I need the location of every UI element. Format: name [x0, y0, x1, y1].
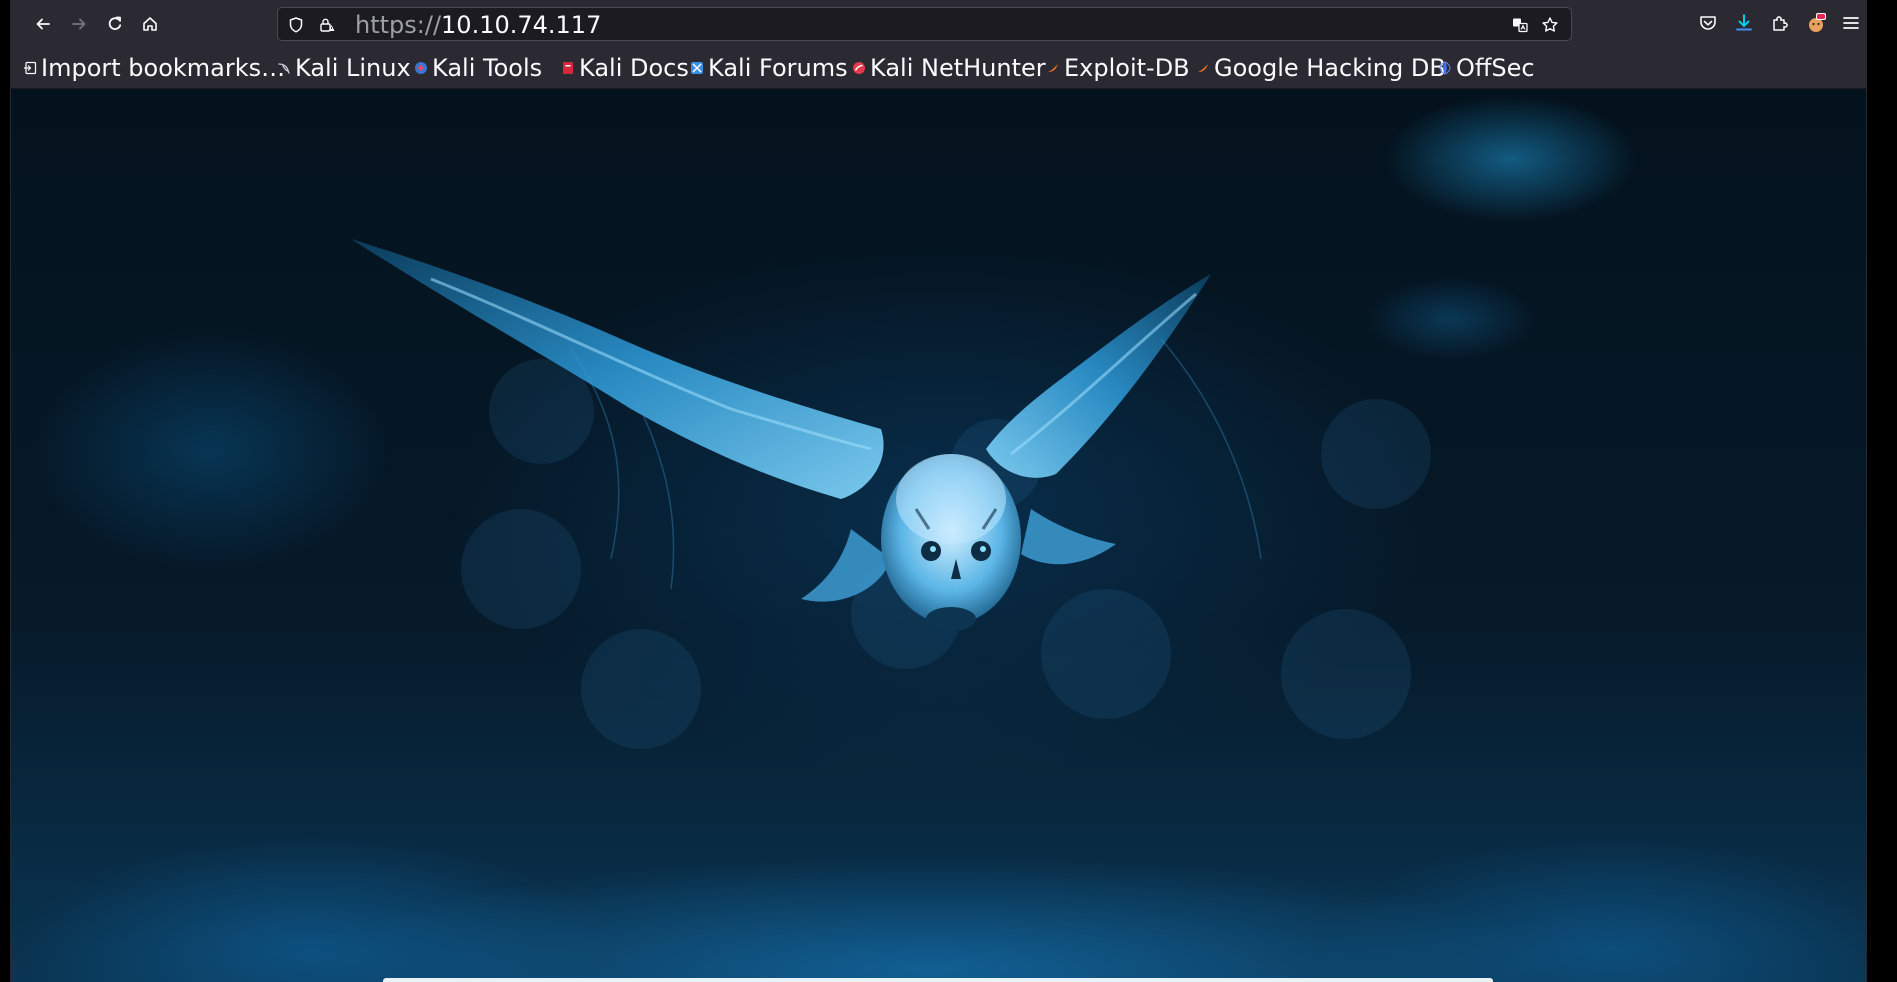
url-host: 10.10.74.117 [441, 11, 602, 39]
download-icon [1736, 14, 1752, 31]
bookmark-exploit-db[interactable]: Exploit-DB [1046, 52, 1190, 84]
bookmark-label: Exploit-DB [1064, 54, 1190, 82]
bookmark-kali-nethunter[interactable]: Kali NetHunter [852, 52, 1046, 84]
app-menu-button[interactable] [1840, 12, 1862, 34]
forward-button[interactable] [64, 9, 94, 39]
bookmark-label: OffSec [1456, 54, 1535, 82]
bookmark-import[interactable]: Import bookmarks… [23, 52, 285, 84]
ghdb-icon [1198, 64, 1208, 72]
arrow-right-icon [72, 18, 86, 30]
arrow-left-icon [36, 18, 50, 30]
downloads-button[interactable] [1733, 12, 1755, 34]
profile-button[interactable] [1805, 12, 1827, 34]
bookmark-kali-docs[interactable]: Kali Docs [561, 52, 689, 84]
reload-button[interactable] [100, 9, 130, 39]
browser-window: https://10.10.74.117 Import bookmarks… K… [10, 0, 1867, 982]
bookmark-label: Kali Docs [579, 54, 689, 82]
back-button[interactable] [28, 9, 58, 39]
url-text[interactable]: https://10.10.74.117 [355, 12, 601, 38]
exploit-db-icon [1048, 64, 1058, 72]
bookmark-label: Kali Tools [432, 54, 543, 82]
bookmark-label: Google Hacking DB [1214, 54, 1446, 82]
lock-warning-icon[interactable] [318, 16, 336, 34]
translate-icon[interactable] [1511, 16, 1529, 34]
puzzle-icon [1773, 16, 1788, 31]
shield-icon[interactable] [287, 16, 305, 34]
pocket-icon [1700, 16, 1716, 30]
pocket-button[interactable] [1697, 12, 1719, 34]
star-icon[interactable] [1541, 16, 1559, 34]
home-icon [143, 17, 157, 31]
bookmark-label: Kali Forums [708, 54, 848, 82]
page-background-image [11, 89, 1866, 982]
reload-icon [108, 16, 122, 30]
kali-docs-icon [563, 62, 573, 74]
nethunter-icon [853, 62, 865, 74]
import-icon [24, 61, 37, 75]
bookmark-google-hacking-db[interactable]: Google Hacking DB [1196, 52, 1446, 84]
url-scheme: https:// [355, 11, 442, 39]
fox-account-icon [1809, 13, 1826, 32]
kali-dragon-icon [278, 63, 290, 74]
navigation-toolbar: https://10.10.74.117 [11, 0, 1866, 48]
bookmarks-toolbar: Import bookmarks… Kali Linux Kali Tools … [11, 48, 1866, 89]
bookmark-label: Kali Linux [295, 54, 411, 82]
bookmark-kali-linux[interactable]: Kali Linux [277, 52, 411, 84]
home-button[interactable] [135, 9, 165, 39]
bookmark-kali-tools[interactable]: Kali Tools [414, 52, 542, 84]
owl-illustration [351, 239, 1262, 631]
bookmark-kali-forums[interactable]: Kali Forums [690, 52, 848, 84]
hamburger-menu-icon [1843, 17, 1859, 29]
kali-forums-icon [691, 62, 703, 74]
bookmark-label: Kali NetHunter [870, 54, 1046, 82]
url-bar[interactable]: https://10.10.74.117 [277, 7, 1572, 41]
page-footer-panel-edge [383, 978, 1493, 982]
bookmark-offsec[interactable]: OffSec [1438, 52, 1535, 84]
kali-tools-icon [415, 62, 427, 74]
bookmark-label: Import bookmarks… [41, 54, 286, 82]
extensions-button[interactable] [1769, 12, 1791, 34]
offsec-icon [1439, 61, 1451, 75]
